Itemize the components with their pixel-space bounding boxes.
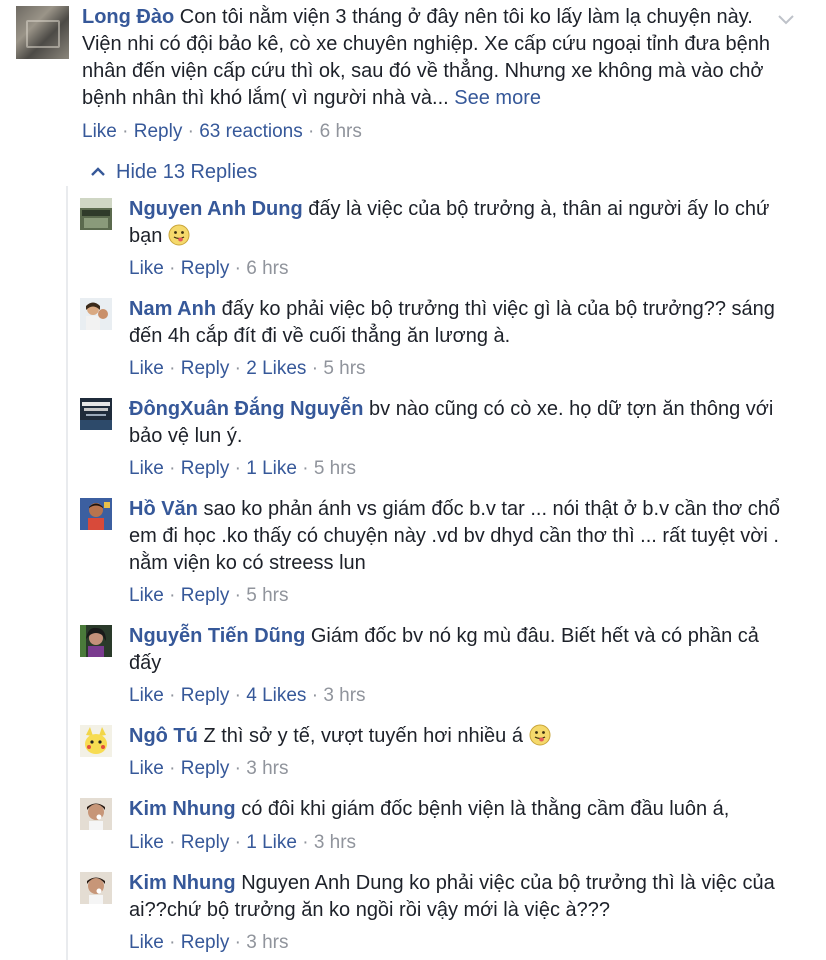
like-button[interactable]: Like: [129, 585, 164, 606]
avatar[interactable]: [80, 198, 112, 230]
likes-count[interactable]: 4 Likes: [246, 685, 306, 706]
likes-count[interactable]: 1 Like: [246, 832, 297, 853]
reply-actions: Like · Reply · 5 hrs: [129, 585, 289, 606]
likes-count[interactable]: 1 Like: [246, 458, 297, 479]
avatar[interactable]: [80, 725, 112, 757]
reply-actions: Like · Reply · 6 hrs: [129, 258, 289, 279]
reply-text: có đôi khi giám đốc bệnh viện là thằng c…: [241, 798, 730, 820]
reply-body: Kim Nhung Nguyen Anh Dung ko phải việc c…: [129, 870, 789, 924]
reply-button[interactable]: Reply: [181, 458, 230, 479]
like-button[interactable]: Like: [129, 758, 164, 779]
reply-timestamp[interactable]: 5 hrs: [314, 458, 356, 479]
like-button[interactable]: Like: [129, 358, 164, 379]
tongue-out-emoji-icon: [168, 224, 190, 246]
like-button[interactable]: Like: [82, 121, 117, 142]
reply-button[interactable]: Reply: [181, 258, 230, 279]
reply-timestamp[interactable]: 6 hrs: [246, 258, 288, 279]
reactions-count[interactable]: 63 reactions: [199, 121, 303, 142]
reply-body: Nguyen Anh Dung đấy là việc của bộ trưởn…: [129, 196, 789, 250]
reply-author[interactable]: Kim Nhung: [129, 798, 236, 820]
reply-timestamp[interactable]: 3 hrs: [323, 685, 365, 706]
reply-actions: Like · Reply · 2 Likes · 5 hrs: [129, 358, 366, 379]
reply-button[interactable]: Reply: [181, 832, 230, 853]
comment-timestamp[interactable]: 6 hrs: [320, 121, 362, 142]
reply-button[interactable]: Reply: [181, 758, 230, 779]
reply-author[interactable]: Nguyen Anh Dung: [129, 198, 303, 220]
reply-button[interactable]: Reply: [181, 585, 230, 606]
reply-text: Z thì sở y tế, vượt tuyến hơi nhiều á: [203, 725, 523, 747]
reply-button[interactable]: Reply: [181, 932, 230, 953]
reply-actions: Like · Reply · 3 hrs: [129, 932, 289, 953]
see-more-link[interactable]: See more: [454, 87, 541, 109]
reply-author[interactable]: Nguyễn Tiến Dũng: [129, 625, 305, 647]
reply-body: Hồ Văn sao ko phản ánh vs giám đốc b.v t…: [129, 496, 789, 577]
reply-actions: Like · Reply · 4 Likes · 3 hrs: [129, 685, 366, 706]
reply-button[interactable]: Reply: [181, 358, 230, 379]
avatar[interactable]: [80, 498, 112, 530]
comment-actions: Like · Reply · 63 reactions · 6 hrs: [82, 121, 362, 142]
reply-timestamp[interactable]: 5 hrs: [246, 585, 288, 606]
reply-body: Ngô Tú Z thì sở y tế, vượt tuyến hơi nhi…: [129, 723, 789, 750]
comment-text: Con tôi nằm viện 3 tháng ở đây nên tôi k…: [82, 6, 771, 109]
avatar[interactable]: [16, 6, 69, 59]
tongue-out-emoji-icon: [529, 724, 551, 746]
reply-body: Nam Anh đấy ko phải việc bộ trưởng thì v…: [129, 296, 789, 350]
comment-body: Long Đào Con tôi nằm viện 3 tháng ở đây …: [82, 4, 772, 112]
reply-text: đấy ko phải việc bộ trưởng thì việc gì l…: [129, 298, 775, 347]
reply-author[interactable]: Kim Nhung: [129, 872, 236, 894]
avatar[interactable]: [80, 872, 112, 904]
like-button[interactable]: Like: [129, 258, 164, 279]
reply-author[interactable]: Ngô Tú: [129, 725, 198, 747]
avatar[interactable]: [80, 798, 112, 830]
reply-author[interactable]: ĐôngXuân Đắng Nguyễn: [129, 398, 363, 420]
reply-timestamp[interactable]: 3 hrs: [246, 932, 288, 953]
chevron-down-icon[interactable]: [776, 10, 796, 30]
reply-actions: Like · Reply · 1 Like · 5 hrs: [129, 458, 357, 479]
reply-button[interactable]: Reply: [181, 685, 230, 706]
like-button[interactable]: Like: [129, 458, 164, 479]
thread-line: [66, 186, 68, 960]
reply-actions: Like · Reply · 3 hrs: [129, 758, 289, 779]
reply-body: Kim Nhung có đôi khi giám đốc bệnh viện …: [129, 796, 789, 823]
reply-actions: Like · Reply · 1 Like · 3 hrs: [129, 832, 357, 853]
likes-count[interactable]: 2 Likes: [246, 358, 306, 379]
chevron-up-icon: [91, 167, 105, 176]
like-button[interactable]: Like: [129, 832, 164, 853]
avatar[interactable]: [80, 625, 112, 657]
reply-body: ĐôngXuân Đắng Nguyễn bv nào cũng có cò x…: [129, 396, 789, 450]
like-button[interactable]: Like: [129, 685, 164, 706]
avatar[interactable]: [80, 398, 112, 430]
hide-replies-label: Hide 13 Replies: [116, 161, 258, 183]
reply-button[interactable]: Reply: [134, 121, 183, 142]
like-button[interactable]: Like: [129, 932, 164, 953]
reply-author[interactable]: Nam Anh: [129, 298, 216, 320]
comment-author[interactable]: Long Đào: [82, 6, 174, 28]
reply-timestamp[interactable]: 3 hrs: [246, 758, 288, 779]
reply-body: Nguyễn Tiến Dũng Giám đốc bv nó kg mù đâ…: [129, 623, 789, 677]
avatar[interactable]: [80, 298, 112, 330]
reply-author[interactable]: Hồ Văn: [129, 498, 198, 520]
hide-replies-toggle[interactable]: Hide 13 Replies: [90, 159, 257, 185]
reply-timestamp[interactable]: 3 hrs: [314, 832, 356, 853]
reply-timestamp[interactable]: 5 hrs: [323, 358, 365, 379]
reply-text: sao ko phản ánh vs giám đốc b.v tar ... …: [129, 498, 781, 574]
